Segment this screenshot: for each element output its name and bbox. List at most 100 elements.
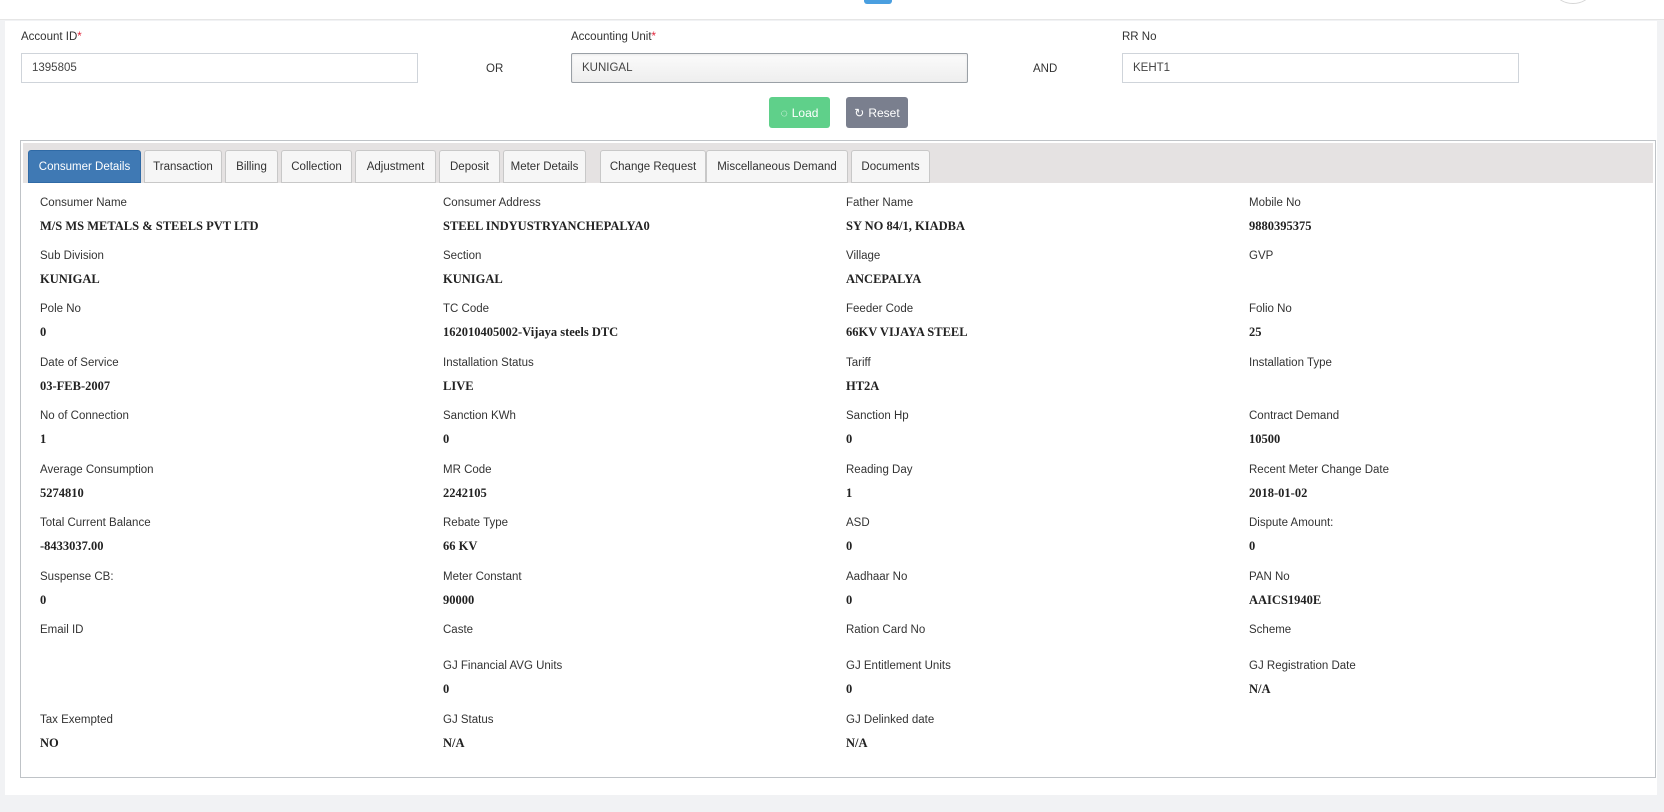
- sanction-kwh-label: Sanction KWh: [443, 410, 516, 422]
- mobile-no-label: Mobile No: [1249, 197, 1301, 209]
- installation-type-label: Installation Type: [1249, 357, 1332, 369]
- sub-division-value: KUNIGAL: [40, 272, 100, 286]
- total-current-balance-value: -8433037.00: [40, 539, 104, 553]
- tab-documents[interactable]: Documents: [851, 150, 930, 183]
- tab-adjustment[interactable]: Adjustment: [355, 150, 436, 183]
- aadhaar-no-label: Aadhaar No: [846, 571, 908, 583]
- aadhaar-no-value: 0: [846, 593, 853, 607]
- recent-meter-change-date-value: 2018-01-02: [1249, 486, 1308, 500]
- folio-no-label: Folio No: [1249, 303, 1292, 315]
- logo: [864, 0, 892, 4]
- average-consumption-value: 5274810: [40, 486, 84, 500]
- tab-change-request[interactable]: Change Request: [600, 150, 706, 183]
- tab-miscellaneous-demand[interactable]: Miscellaneous Demand: [706, 150, 848, 183]
- tab-meter-details[interactable]: Meter Details: [503, 150, 586, 183]
- gj-financial-avg-units-label: GJ Financial AVG Units: [443, 660, 563, 672]
- suspense-cb-label: Suspense CB:: [40, 571, 114, 583]
- average-consumption-label: Average Consumption: [40, 464, 154, 476]
- asd-label: ASD: [846, 517, 870, 529]
- rebate-type-label: Rebate Type: [443, 517, 509, 529]
- rr-no-input[interactable]: [1122, 53, 1519, 83]
- village-value: ANCEPALYA: [846, 272, 922, 286]
- section-label: Section: [443, 250, 482, 262]
- accounting-unit-label: Accounting Unit*: [571, 31, 657, 43]
- father-name-label: Father Name: [846, 197, 914, 209]
- load-button[interactable]: ◌ Load: [769, 97, 830, 128]
- gj-entitlement-units-label: GJ Entitlement Units: [846, 660, 951, 672]
- total-current-balance-label: Total Current Balance: [40, 517, 151, 529]
- mr-code-value: 2242105: [443, 486, 487, 500]
- rebate-type-value: 66 KV: [443, 539, 478, 553]
- required-mark: *: [651, 31, 657, 43]
- sanction-kwh-value: 0: [443, 432, 450, 446]
- mr-code-label: MR Code: [443, 464, 492, 476]
- tax-exempted-label: Tax Exempted: [40, 714, 113, 726]
- sanction-hp-value: 0: [846, 432, 853, 446]
- gj-delinked-date-value: N/A: [846, 736, 868, 750]
- asd-value: 0: [846, 539, 853, 553]
- no-of-connection-label: No of Connection: [40, 410, 129, 422]
- sub-division-label: Sub Division: [40, 250, 104, 262]
- reset-button[interactable]: ↻ Reset: [846, 97, 908, 128]
- tab-strip: Consumer Details Transaction Billing Col…: [23, 143, 1653, 183]
- consumer-address-label: Consumer Address: [443, 197, 541, 209]
- ration-card-no-label: Ration Card No: [846, 624, 926, 636]
- mobile-no-value: 9880395375: [1249, 219, 1312, 233]
- tab-transaction[interactable]: Transaction: [144, 150, 222, 183]
- contract-demand-value: 10500: [1249, 432, 1281, 446]
- pan-no-value: AAICS1940E: [1249, 593, 1322, 607]
- gj-status-value: N/A: [443, 736, 465, 750]
- or-label: OR: [486, 63, 504, 75]
- spinner-icon: ◌: [780, 105, 788, 120]
- gj-entitlement-units-value: 0: [846, 682, 853, 696]
- pole-no-value: 0: [40, 325, 47, 339]
- reading-day-value: 1: [846, 486, 853, 500]
- date-of-service-label: Date of Service: [40, 357, 119, 369]
- tab-consumer-details[interactable]: Consumer Details: [28, 150, 141, 183]
- account-id-input[interactable]: [21, 53, 418, 83]
- folio-no-value: 25: [1249, 325, 1262, 339]
- consumer-name-label: Consumer Name: [40, 197, 127, 209]
- feeder-code-value: 66KV VIJAYA STEEL: [846, 325, 968, 339]
- tab-collection[interactable]: Collection: [281, 150, 352, 183]
- and-label: AND: [1033, 63, 1058, 75]
- no-of-connection-value: 1: [40, 432, 47, 446]
- tariff-label: Tariff: [846, 357, 871, 369]
- installation-status-label: Installation Status: [443, 357, 534, 369]
- consumer-tabs-panel: Consumer Details Transaction Billing Col…: [20, 140, 1656, 778]
- gj-registration-date-label: GJ Registration Date: [1249, 660, 1356, 672]
- dispute-amount-label: Dispute Amount:: [1249, 517, 1334, 529]
- pole-no-label: Pole No: [40, 303, 81, 315]
- date-of-service-value: 03-FEB-2007: [40, 379, 111, 393]
- refresh-icon: ↻: [854, 105, 865, 120]
- gj-registration-date-value: N/A: [1249, 682, 1271, 696]
- father-name-value: SY NO 84/1, KIADBA: [846, 219, 965, 233]
- rr-no-label: RR No: [1122, 31, 1157, 43]
- contract-demand-label: Contract Demand: [1249, 410, 1340, 422]
- recent-meter-change-date-label: Recent Meter Change Date: [1249, 464, 1389, 476]
- consumer-name-value: M/S MS METALS & STEELS PVT LTD: [40, 219, 259, 233]
- scheme-label: Scheme: [1249, 624, 1292, 636]
- village-label: Village: [846, 250, 881, 262]
- tc-code-value: 162010405002-Vijaya steels DTC: [443, 325, 619, 339]
- accounting-unit-input[interactable]: [571, 53, 968, 83]
- tab-billing[interactable]: Billing: [225, 150, 278, 183]
- sanction-hp-label: Sanction Hp: [846, 410, 909, 422]
- top-header: [0, 0, 1664, 20]
- section-value: KUNIGAL: [443, 272, 503, 286]
- gj-financial-avg-units-value: 0: [443, 682, 450, 696]
- feeder-code-label: Feeder Code: [846, 303, 914, 315]
- required-mark: *: [77, 31, 82, 43]
- tariff-value: HT2A: [846, 379, 880, 393]
- email-id-label: Email ID: [40, 624, 84, 636]
- avatar[interactable]: [1556, 0, 1590, 4]
- caste-label: Caste: [443, 624, 474, 636]
- reset-button-label: Reset: [868, 105, 900, 120]
- load-button-label: Load: [791, 105, 819, 120]
- reading-day-label: Reading Day: [846, 464, 913, 476]
- installation-status-value: LIVE: [443, 379, 474, 393]
- meter-constant-label: Meter Constant: [443, 571, 522, 583]
- gj-status-label: GJ Status: [443, 714, 494, 726]
- tab-deposit[interactable]: Deposit: [439, 150, 500, 183]
- tax-exempted-value: NO: [40, 736, 59, 750]
